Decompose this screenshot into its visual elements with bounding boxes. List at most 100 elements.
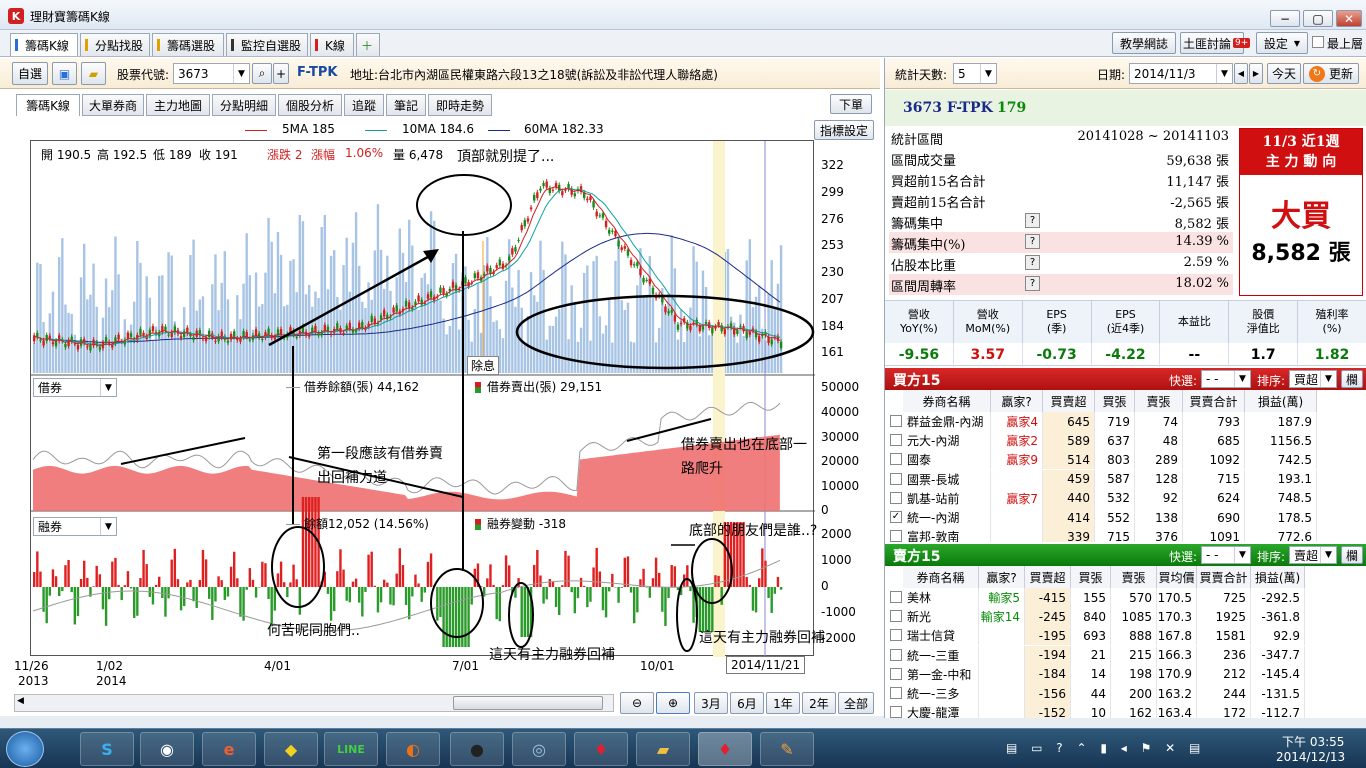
days-select[interactable]: 5 ▼ — [953, 63, 997, 84]
help-icon[interactable]: ? — [1025, 255, 1040, 270]
tab-chip-kline[interactable]: 籌碼K線 — [10, 33, 78, 56]
start-button-icon[interactable] — [6, 731, 44, 767]
refresh-button[interactable]: ↻ 更新 — [1303, 63, 1359, 84]
column-header[interactable]: 買賣超 — [1025, 566, 1071, 588]
sell-quick-select[interactable]: - - ▼ — [1201, 546, 1251, 564]
row-checkbox[interactable] — [890, 453, 902, 466]
range-1y-button[interactable]: 1年 — [766, 692, 800, 714]
row-checkbox[interactable] — [890, 687, 902, 699]
range-all-button[interactable]: 全部 — [838, 692, 874, 714]
row-checkbox[interactable] — [890, 591, 902, 603]
skype-icon[interactable]: S — [80, 732, 134, 766]
maximize-button[interactable]: ▢ — [1303, 10, 1333, 27]
minimize-button[interactable]: − — [1270, 10, 1300, 27]
subtab-chip-kline[interactable]: 籌碼K線 — [16, 94, 80, 116]
qq-icon[interactable]: ● — [450, 732, 504, 766]
lending-select[interactable]: 借券 ▼ — [33, 378, 117, 397]
app-yellow-icon[interactable]: ◆ — [264, 732, 318, 766]
column-header[interactable]: 券商名稱 — [903, 566, 979, 588]
indicator-settings-button[interactable]: 指標設定 — [814, 120, 874, 140]
stock-code-input[interactable]: 3673 ▼ — [173, 63, 250, 84]
ie-icon[interactable]: e — [202, 732, 256, 766]
folder-icon[interactable]: ▰ — [636, 732, 690, 766]
help-icon[interactable]: ? — [1025, 276, 1040, 291]
row-checkbox[interactable] — [890, 667, 902, 680]
column-header[interactable]: 買張 — [1095, 390, 1135, 412]
buy-quick-select[interactable]: - - ▼ — [1201, 370, 1251, 388]
column-header[interactable]: 買賣合計 — [1197, 566, 1251, 588]
add-icon[interactable]: + — [273, 63, 289, 84]
chart-scrollbar[interactable]: ◀ — [14, 694, 614, 712]
sell-sort-select[interactable]: 賣超 ▼ — [1289, 546, 1337, 564]
subtab-big-broker[interactable]: 大單券商 — [82, 94, 144, 116]
topmost-checkbox[interactable] — [1312, 36, 1324, 48]
zoom-in-icon[interactable]: ⊕ — [656, 692, 690, 714]
subtab-track[interactable]: 追蹤 — [344, 94, 384, 116]
settings-button[interactable]: 設定 ▼ — [1256, 32, 1308, 54]
column-header[interactable]: 買張 — [1071, 566, 1111, 588]
row-checkbox[interactable] — [890, 629, 902, 642]
column-header[interactable]: 買賣超 — [1043, 390, 1095, 412]
row-checkbox[interactable] — [890, 706, 902, 718]
column-header[interactable]: 贏家? — [979, 566, 1025, 588]
folder-icon[interactable]: ▰ — [81, 62, 106, 85]
zoom-out-icon[interactable]: ⊖ — [620, 692, 654, 714]
scroll-thumb[interactable] — [453, 696, 603, 710]
add-tab-button[interactable]: ＋ — [356, 33, 380, 56]
buy-columns-button[interactable]: 欄 — [1341, 370, 1363, 388]
chrome-icon[interactable]: ◉ — [140, 732, 194, 766]
blog-button[interactable]: 教學網誌 — [1112, 32, 1176, 54]
ruby-icon[interactable]: ♦ — [698, 732, 752, 766]
row-checkbox[interactable] — [890, 530, 902, 542]
orange-app-icon[interactable]: ◐ — [386, 732, 440, 766]
tab-chip-screen[interactable]: 籌碼選股 — [152, 33, 224, 56]
short-select[interactable]: 融券 ▼ — [33, 517, 117, 536]
save-icon[interactable]: ▣ — [52, 62, 77, 85]
column-header[interactable]: 損益(萬) — [1245, 390, 1317, 412]
ruby-icon[interactable]: ♦ — [574, 732, 628, 766]
scroll-left-icon[interactable]: ◀ — [17, 696, 24, 706]
row-checkbox[interactable] — [890, 434, 902, 447]
close-button[interactable]: ✕ — [1336, 10, 1362, 27]
sell-columns-button[interactable]: 欄 — [1341, 546, 1363, 564]
subtab-stock-analysis[interactable]: 個股分析 — [278, 94, 342, 116]
forum-button[interactable]: 土匪討論 9+ — [1180, 32, 1251, 54]
next-date-icon[interactable]: ▶ — [1249, 63, 1263, 84]
subtab-branch-detail[interactable]: 分點明細 — [212, 94, 276, 116]
row-checkbox[interactable] — [890, 491, 902, 504]
tab-branch-search[interactable]: 分點找股 — [80, 33, 150, 56]
line-icon[interactable]: LINE — [324, 732, 378, 766]
tab-kline[interactable]: K線 — [310, 33, 354, 56]
subtab-realtime[interactable]: 即時走勢 — [428, 94, 492, 116]
search-icon[interactable]: ⌕ — [252, 63, 272, 84]
column-header[interactable]: 賣張 — [1135, 390, 1183, 412]
range-3m-button[interactable]: 3月 — [694, 692, 728, 714]
column-header[interactable]: 買賣合計 — [1183, 390, 1245, 412]
chart-area[interactable]: 開 190.5 高 192.5 低 189 收 191 漲跌 2 漲幅 1.06… — [30, 140, 859, 663]
watchlist-button[interactable]: 自選 — [12, 62, 48, 85]
column-header[interactable]: 贏家? — [991, 390, 1043, 412]
browser-icon[interactable]: ◎ — [512, 732, 566, 766]
row-checkbox[interactable] — [890, 472, 902, 485]
column-header[interactable]: 券商名稱 — [903, 390, 991, 412]
column-header[interactable]: 買均價 — [1157, 566, 1197, 588]
subtab-main-map[interactable]: 主力地圖 — [146, 94, 210, 116]
row-checkbox[interactable] — [890, 648, 902, 661]
today-button[interactable]: 今天 — [1267, 63, 1301, 84]
prev-date-icon[interactable]: ◀ — [1234, 63, 1248, 84]
row-checkbox[interactable]: ✓ — [890, 511, 902, 523]
range-6m-button[interactable]: 6月 — [730, 692, 764, 714]
order-button[interactable]: 下單 — [830, 94, 872, 114]
column-header[interactable]: 損益(萬) — [1251, 566, 1305, 588]
buy-sort-select[interactable]: 買超 ▼ — [1289, 370, 1337, 388]
tab-watchlist-monitor[interactable]: 監控自選股 — [226, 33, 308, 56]
help-icon[interactable]: ? — [1025, 213, 1040, 228]
column-header[interactable]: 賣張 — [1111, 566, 1157, 588]
range-2y-button[interactable]: 2年 — [802, 692, 836, 714]
row-checkbox[interactable] — [890, 610, 902, 623]
subtab-notes[interactable]: 筆記 — [386, 94, 426, 116]
paint-icon[interactable]: ✎ — [760, 732, 814, 766]
row-checkbox[interactable] — [890, 415, 902, 427]
date-picker[interactable]: 2014/11/3 ▼ — [1129, 63, 1233, 84]
help-icon[interactable]: ? — [1025, 234, 1040, 249]
